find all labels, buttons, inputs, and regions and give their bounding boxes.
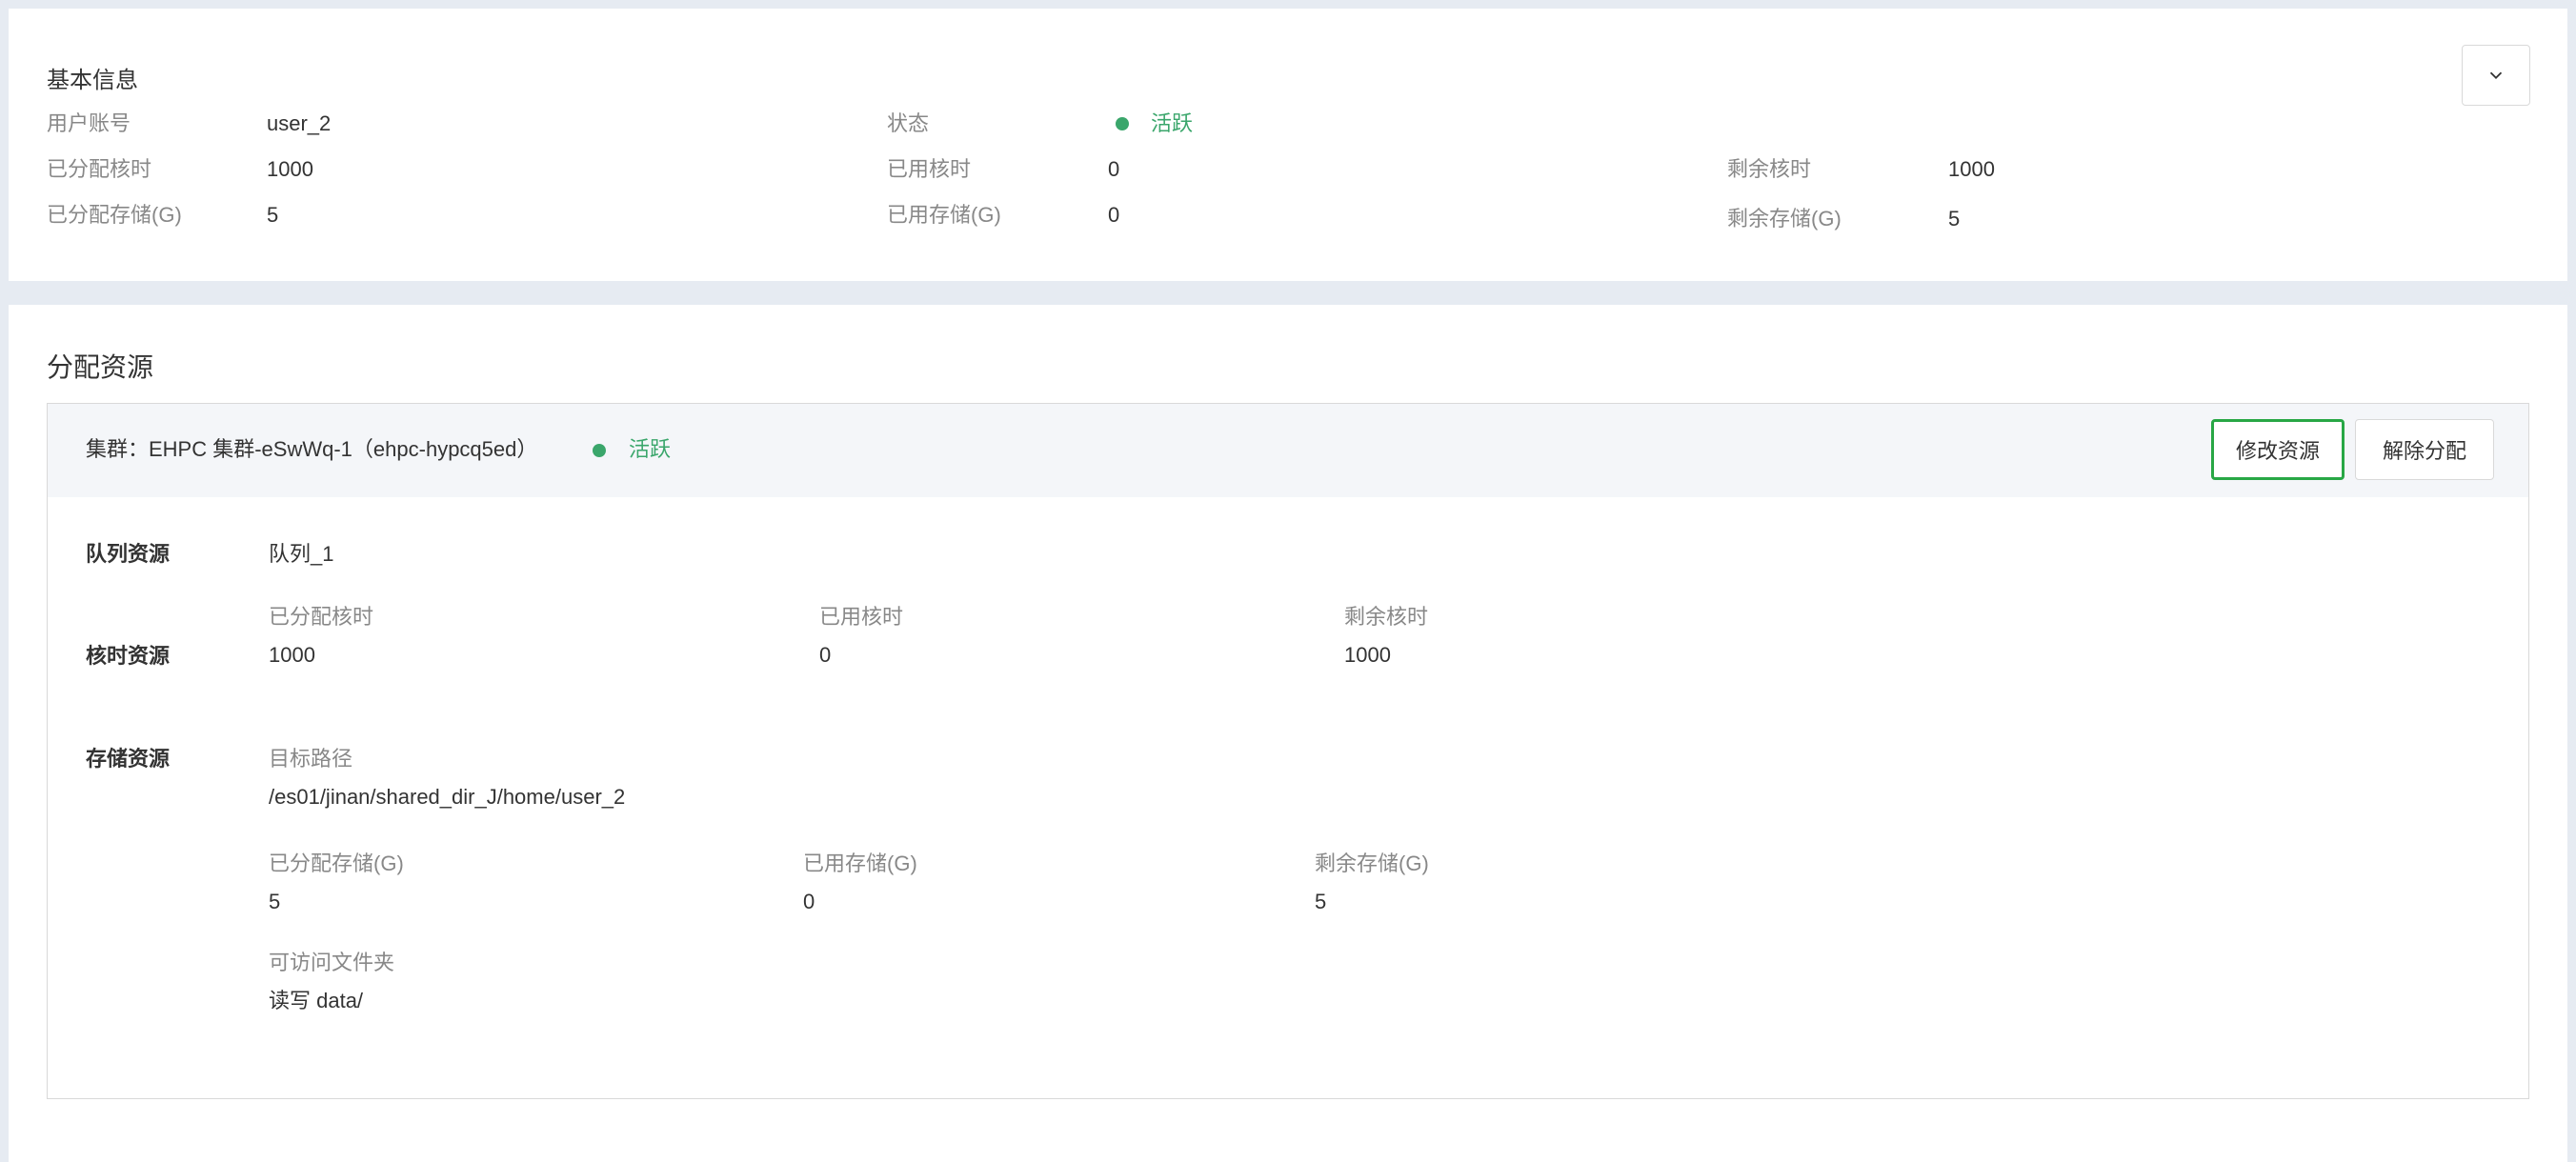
basic-info-title: 基本信息 [47, 68, 138, 93]
alloc-used-storage-value: 0 [803, 890, 815, 913]
allocated-core-hours-value: 1000 [267, 157, 313, 181]
status-dot-icon [593, 444, 606, 457]
used-core-hours-value: 0 [1108, 157, 1120, 181]
queue-resource-label: 队列资源 [86, 542, 171, 566]
cluster-title: 集群：EHPC 集群-eSwWq-1（ehpc-hypcq5ed） [86, 437, 538, 461]
used-storage-label: 已用存储(G) [887, 203, 1001, 227]
alloc-used-core-hours-label: 已用核时 [819, 605, 904, 629]
alloc-core-hours-label: 已分配核时 [269, 605, 374, 629]
status-value: 活跃 [1151, 111, 1194, 135]
alloc-remaining-storage-label: 剩余存储(G) [1315, 851, 1429, 875]
basic-info-panel: 基本信息 用户账号 user_2 已分配核时 1000 已分配存储(G) 5 状… [9, 9, 2567, 281]
used-core-hours-label: 已用核时 [887, 157, 972, 181]
alloc-remaining-core-hours-value: 1000 [1344, 643, 1391, 667]
user-account-label: 用户账号 [47, 111, 131, 135]
queue-resource-value: 队列_1 [269, 542, 334, 566]
target-path-label: 目标路径 [269, 747, 353, 771]
remaining-core-hours-label: 剩余核时 [1727, 157, 1812, 181]
remaining-core-hours-value: 1000 [1948, 157, 1995, 181]
collapse-button[interactable] [2462, 45, 2530, 106]
alloc-remaining-storage-value: 5 [1315, 890, 1327, 913]
chevron-down-icon [2489, 71, 2503, 80]
status-label: 状态 [887, 111, 930, 135]
alloc-storage-value: 5 [269, 890, 281, 913]
cluster-header: 集群：EHPC 集群-eSwWq-1（ehpc-hypcq5ed） 活跃 修改资… [48, 404, 2528, 497]
release-allocation-button[interactable]: 解除分配 [2355, 419, 2494, 480]
remaining-storage-value: 5 [1948, 207, 1961, 230]
allocation-title: 分配资源 [47, 352, 154, 382]
allocation-panel: 分配资源 集群：EHPC 集群-eSwWq-1（ehpc-hypcq5ed） 活… [9, 305, 2567, 1162]
allocated-storage-label: 已分配存储(G) [47, 203, 182, 227]
status-dot-icon [1116, 117, 1129, 130]
used-storage-value: 0 [1108, 203, 1120, 227]
accessible-folders-label: 可访问文件夹 [269, 951, 395, 974]
alloc-used-storage-label: 已用存储(G) [803, 851, 917, 875]
alloc-storage-label: 已分配存储(G) [269, 851, 404, 875]
alloc-used-core-hours-value: 0 [819, 643, 832, 667]
storage-resource-label: 存储资源 [86, 747, 171, 771]
accessible-folders-value: 读写 data/ [269, 989, 364, 1012]
allocated-storage-value: 5 [267, 203, 279, 227]
alloc-remaining-core-hours-label: 剩余核时 [1344, 605, 1429, 629]
core-hours-resource-label: 核时资源 [86, 644, 171, 668]
alloc-core-hours-value: 1000 [269, 643, 315, 667]
modify-resource-button[interactable]: 修改资源 [2211, 419, 2345, 480]
target-path-value: /es01/jinan/shared_dir_J/home/user_2 [269, 785, 626, 809]
user-account-value: user_2 [267, 111, 332, 135]
allocated-core-hours-label: 已分配核时 [47, 157, 152, 181]
cluster-card: 集群：EHPC 集群-eSwWq-1（ehpc-hypcq5ed） 活跃 修改资… [47, 403, 2529, 1099]
cluster-status: 活跃 [629, 437, 672, 461]
remaining-storage-label: 剩余存储(G) [1727, 207, 1841, 230]
